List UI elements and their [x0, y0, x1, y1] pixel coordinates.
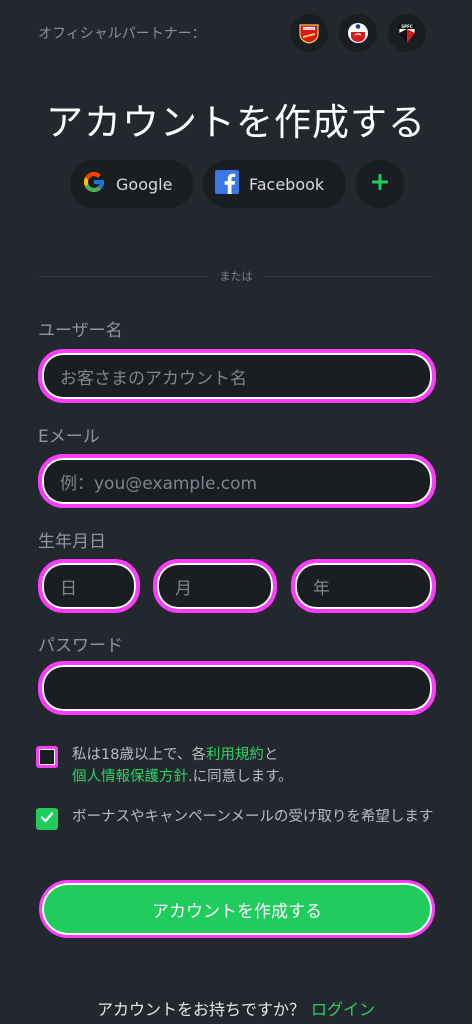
page-title: アカウントを作成する — [46, 101, 426, 144]
google-icon — [82, 170, 106, 198]
username-label: ユーザー名 — [38, 321, 123, 341]
terms-text-after: .に同意します。 — [188, 769, 293, 785]
privacy-policy-link[interactable]: 個人情報保護方針 — [72, 769, 188, 785]
dob-year-placeholder: 年 — [313, 578, 330, 599]
arsenal-crest-icon: Arsenal — [290, 14, 328, 52]
plus-icon — [371, 173, 389, 195]
southampton-crest-icon — [339, 14, 377, 52]
password-input[interactable] — [39, 662, 435, 714]
email-label: Eメール — [38, 427, 100, 447]
login-link[interactable]: ログイン — [311, 1000, 375, 1019]
create-account-label: アカウントを作成する — [152, 901, 322, 922]
dob-month-input[interactable]: 月 — [154, 560, 276, 612]
terms-row: 私は18歳以上で、各利用規約と 個人情報保護方針.に同意します。 — [36, 744, 442, 788]
marketing-text: ボーナスやキャンペーンメールの受け取りを希望します — [72, 809, 434, 825]
facebook-login-label: Facebook — [249, 174, 325, 194]
sao-paulo-crest-icon: SPFC — [388, 14, 426, 52]
terms-text-before: 私は18歳以上で、各 — [72, 747, 206, 763]
marketing-checkbox[interactable] — [36, 808, 58, 830]
google-login-label: Google — [116, 174, 173, 194]
username-input[interactable]: お客さまのアカウント名 — [39, 350, 435, 402]
partners-label: オフィシャルパートナー： — [38, 26, 206, 42]
marketing-row: ボーナスやキャンペーンメールの受け取りを希望します — [36, 806, 442, 830]
checkmark-icon — [39, 809, 55, 829]
password-label: パスワード — [38, 636, 123, 656]
footer-text: アカウントをお持ちですか？ — [96, 1000, 305, 1019]
terms-text: 私は18歳以上で、各利用規約と 個人情報保護方針.に同意します。 — [72, 744, 293, 788]
partners-bar: オフィシャルパートナー： Arsenal SPFC — [38, 14, 426, 52]
divider-text: または — [207, 268, 265, 284]
facebook-login-button[interactable]: Facebook — [203, 160, 346, 208]
or-divider: または — [38, 268, 434, 284]
dob-day-placeholder: 日 — [60, 578, 77, 599]
dob-label: 生年月日 — [38, 532, 106, 552]
username-placeholder: お客さまのアカウント名 — [60, 368, 247, 389]
terms-checkbox[interactable] — [36, 746, 58, 768]
terms-text-mid: と — [263, 747, 279, 763]
dob-month-placeholder: 月 — [175, 578, 192, 599]
sao-paulo-crest-text: SPFC — [401, 24, 413, 29]
google-login-button[interactable]: Google — [70, 160, 193, 208]
create-account-button[interactable]: アカウントを作成する — [39, 880, 435, 938]
dob-day-input[interactable]: 日 — [39, 560, 139, 612]
facebook-icon — [215, 170, 239, 198]
terms-of-use-link[interactable]: 利用規約 — [206, 747, 264, 763]
more-login-options-button[interactable] — [356, 160, 404, 208]
email-placeholder: 例：you@example.com — [60, 473, 258, 494]
arsenal-crest-text: Arsenal — [304, 26, 314, 30]
dob-year-input[interactable]: 年 — [292, 560, 435, 612]
partner-badges: Arsenal SPFC — [290, 14, 426, 52]
social-login-row: Google Facebook — [70, 160, 404, 208]
email-input[interactable]: 例：you@example.com — [39, 455, 435, 507]
footer: アカウントをお持ちですか？ ログイン — [0, 996, 472, 1020]
